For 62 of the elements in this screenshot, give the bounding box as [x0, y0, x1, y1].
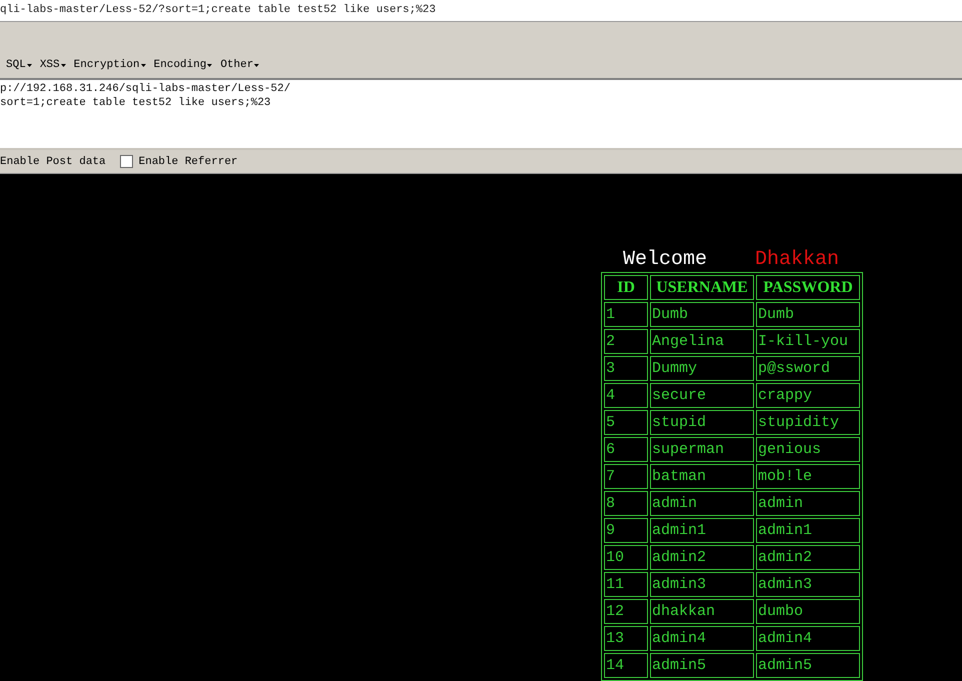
- address-bar[interactable]: qli-labs-master/Less-52/?sort=1;create table test52 like users;%23: [0, 0, 962, 22]
- table-cell: 10: [604, 545, 648, 570]
- table-cell: genious: [756, 437, 860, 462]
- caret-icon: [254, 64, 260, 66]
- toolbar-menu[interactable]: SQL: [4, 59, 34, 71]
- table-cell: crappy: [756, 383, 860, 408]
- toolbar-menu[interactable]: Encoding: [152, 59, 214, 71]
- table-cell: admin2: [650, 545, 754, 570]
- table-cell: dumbo: [756, 599, 860, 624]
- toolbar-menu[interactable]: Other: [218, 59, 262, 71]
- table-cell: 5: [604, 410, 648, 435]
- table-cell: 1: [604, 302, 648, 327]
- table-cell: 2: [604, 329, 648, 354]
- table-cell: 13: [604, 626, 648, 651]
- column-header: PASSWORD: [756, 275, 860, 300]
- table-cell: admin3: [650, 572, 754, 597]
- caret-icon: [140, 64, 146, 66]
- url-editor-field[interactable]: p://192.168.31.246/sqli-labs-master/Less-52/ sort=1;create table test52 like users;%23: [0, 80, 962, 150]
- table-cell: batman: [650, 464, 754, 489]
- table-cell: dhakkan: [650, 599, 754, 624]
- table-cell: stupid: [650, 410, 754, 435]
- table-cell: admin1: [650, 518, 754, 543]
- table-cell: admin1: [756, 518, 860, 543]
- table-cell: stupidity: [756, 410, 860, 435]
- welcome-text: Welcome: [623, 248, 708, 272]
- table-cell: admin: [650, 491, 754, 516]
- table-cell: admin5: [756, 653, 860, 678]
- table-cell: 6: [604, 437, 648, 462]
- table-cell: Dummy: [650, 356, 754, 381]
- table-cell: Dumb: [756, 302, 860, 327]
- table-cell: admin: [756, 491, 860, 516]
- checkbox[interactable]: [120, 155, 133, 168]
- table-cell: 8: [604, 491, 648, 516]
- option-label: Enable Post data: [0, 156, 106, 168]
- caret-icon: [26, 64, 32, 66]
- table-cell: I-kill-you: [756, 329, 860, 354]
- toolbar-menu[interactable]: Encryption: [72, 59, 148, 71]
- table-cell: 7: [604, 464, 648, 489]
- table-cell: Dumb: [650, 302, 754, 327]
- table-cell: 14: [604, 653, 648, 678]
- user-name: Dhakkan: [755, 248, 840, 272]
- column-header: ID: [604, 275, 648, 300]
- table-cell: p@ssword: [756, 356, 860, 381]
- table-cell: admin5: [650, 653, 754, 678]
- caret-icon: [60, 64, 66, 66]
- table-cell: secure: [650, 383, 754, 408]
- table-cell: mob!le: [756, 464, 860, 489]
- table-cell: 9: [604, 518, 648, 543]
- table-cell: 11: [604, 572, 648, 597]
- caret-icon: [207, 64, 212, 66]
- table-cell: 4: [604, 383, 648, 408]
- table-cell: superman: [650, 437, 754, 462]
- table-cell: admin4: [650, 626, 754, 651]
- toolbar-menu[interactable]: XSS: [38, 59, 68, 71]
- table-cell: admin4: [756, 626, 860, 651]
- option-label: Enable Referrer: [138, 156, 238, 168]
- column-header: USERNAME: [650, 275, 754, 300]
- table-cell: Angelina: [650, 329, 754, 354]
- table-cell: 3: [604, 356, 648, 381]
- table-cell: admin3: [756, 572, 860, 597]
- table-cell: 12: [604, 599, 648, 624]
- table-cell: admin2: [756, 545, 860, 570]
